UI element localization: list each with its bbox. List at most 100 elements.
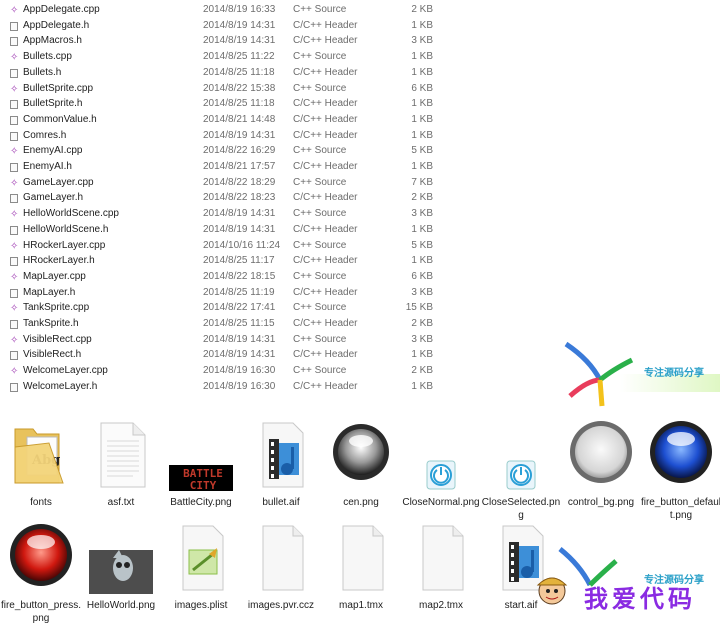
- file-type: C/C++ Header: [293, 129, 358, 141]
- file-type: C++ Source: [293, 82, 347, 94]
- file-date-modified: 2014/8/19 16:30: [203, 380, 276, 392]
- audio-file-icon: [249, 417, 313, 491]
- file-row[interactable]: ✧ MapLayer.cpp 2014/8/22 18:15 C++ Source 6 …: [0, 269, 720, 285]
- file-item[interactable]: map1.tmx: [322, 512, 400, 616]
- file-item-label: CloseNormal.png: [402, 497, 480, 508]
- file-row[interactable]: ✧ GameLayer.cpp 2014/8/22 18:29 C++ Source 7…: [0, 175, 720, 191]
- cpp-source-file-icon: ✧: [10, 177, 19, 189]
- file-row[interactable]: AppMacros.h 2014/8/19 14:31 C/C++ Header 3 …: [0, 33, 720, 49]
- file-item[interactable]: CloseSelected.png: [482, 409, 560, 521]
- file-row[interactable]: EnemyAI.h 2014/8/21 17:57 C/C++ Header 1 KB: [0, 159, 720, 175]
- file-row[interactable]: Comres.h 2014/8/19 14:31 C/C++ Header 1 KB: [0, 128, 720, 144]
- file-item-label: images.pvr.ccz: [247, 600, 315, 611]
- file-type: C/C++ Header: [293, 161, 358, 172]
- cpp-source-file-icon: ✧: [10, 5, 19, 16]
- header-file-icon: [10, 225, 18, 235]
- file-size: 1 KB: [411, 98, 433, 110]
- file-name: AppDelegate.h: [23, 19, 90, 31]
- file-item[interactable]: map2.tmx: [402, 512, 480, 616]
- file-name: HelloWorldScene.cpp: [23, 208, 119, 220]
- power-button-thumbnail: [409, 417, 473, 491]
- file-item-label: bullet.aif: [262, 497, 300, 508]
- file-row[interactable]: ✧ HelloWorldScene.cpp 2014/8/19 14:31 C++ S…: [0, 206, 720, 222]
- header-file-icon: [10, 68, 18, 78]
- file-item[interactable]: asf.txt: [82, 409, 160, 513]
- file-item[interactable]: fire_button_press.png: [1, 512, 81, 624]
- file-date-modified: 2014/8/19 14:31: [203, 223, 276, 235]
- file-type: C/C++ Header: [293, 113, 358, 125]
- file-date-modified: 2014/8/25 11:19: [203, 286, 275, 298]
- file-row[interactable]: MapLayer.h 2014/8/25 11:19 C/C++ Header 3 K…: [0, 285, 720, 301]
- blank-file-icon: [329, 520, 393, 594]
- file-row[interactable]: ✧ BulletSprite.cpp 2014/8/22 15:38 C++ Sour…: [0, 81, 720, 97]
- file-name: HelloWorldScene.h: [23, 223, 109, 235]
- file-date-modified: 2014/8/25 11:18: [203, 98, 275, 110]
- file-row[interactable]: TankSprite.h 2014/8/25 11:15 C/C++ Header 2…: [0, 316, 720, 332]
- header-file-icon: [10, 257, 18, 267]
- file-item-label: map2.tmx: [419, 600, 463, 611]
- header-file-icon: [10, 163, 18, 172]
- file-size: 2 KB: [411, 318, 433, 329]
- file-item[interactable]: images.pvr.ccz: [242, 512, 320, 616]
- file-size: 1 KB: [411, 380, 433, 392]
- file-size: 2 KB: [411, 4, 433, 15]
- file-row[interactable]: ✧ Bullets.cpp 2014/8/25 11:22 C++ Source 1 K…: [0, 49, 720, 65]
- file-item[interactable]: Abg fonts: [2, 409, 80, 513]
- file-row[interactable]: HelloWorldScene.h 2014/8/19 14:31 C/C++ He…: [0, 222, 720, 238]
- file-row[interactable]: ✧ TankSprite.cpp 2014/8/22 17:41 C++ Source…: [0, 300, 720, 316]
- file-type: C++ Source: [293, 51, 347, 63]
- file-item-label: fonts: [30, 497, 52, 508]
- file-item[interactable]: control_bg.png: [562, 409, 640, 513]
- cpp-source-file-icon: ✧: [10, 146, 19, 158]
- file-size: 1 KB: [411, 66, 433, 78]
- file-name: EnemyAI.cpp: [23, 145, 83, 157]
- file-row[interactable]: AppDelegate.h 2014/8/19 14:31 C/C++ Header…: [0, 18, 720, 34]
- file-item[interactable]: cen.png: [322, 409, 400, 513]
- file-row[interactable]: GameLayer.h 2014/8/22 18:23 C/C++ Header 2 …: [0, 190, 720, 206]
- file-date-modified: 2014/8/19 14:31: [203, 208, 276, 220]
- file-name: BulletSprite.cpp: [23, 82, 94, 94]
- file-item[interactable]: fire_button_default.png: [641, 409, 720, 521]
- file-item[interactable]: HelloWorld.png: [82, 512, 160, 616]
- file-name: TankSprite.cpp: [23, 302, 90, 314]
- file-size: 3 KB: [411, 333, 433, 345]
- file-name: HRockerLayer.cpp: [23, 239, 106, 251]
- file-row[interactable]: ✧ AppDelegate.cpp 2014/8/19 16:33 C++ Sourc…: [0, 2, 720, 18]
- file-item[interactable]: BATTLE CITY BattleCity.png: [162, 409, 240, 513]
- file-name: CommonValue.h: [23, 113, 97, 125]
- silver-ring-thumbnail: [569, 417, 633, 491]
- file-row[interactable]: ✧ HRockerLayer.cpp 2014/10/16 11:24 C++ Sou…: [0, 238, 720, 254]
- header-file-icon: [10, 131, 18, 141]
- file-row[interactable]: BulletSprite.h 2014/8/25 11:18 C/C++ Heade…: [0, 96, 720, 112]
- watermark-text-top: 专注源码分享: [644, 368, 704, 379]
- file-type: C++ Source: [293, 145, 347, 157]
- file-type: C/C++ Header: [293, 318, 358, 329]
- file-row[interactable]: Bullets.h 2014/8/25 11:18 C/C++ Header 1 KB: [0, 65, 720, 81]
- file-size: 15 KB: [405, 302, 433, 314]
- file-size: 1 KB: [411, 161, 433, 172]
- file-row[interactable]: ✧ EnemyAI.cpp 2014/8/22 16:29 C++ Source 5 K…: [0, 143, 720, 159]
- file-date-modified: 2014/8/19 14:31: [203, 129, 276, 141]
- watermark-big-text: 我爱代码: [584, 586, 696, 613]
- file-name: MapLayer.h: [23, 286, 76, 298]
- file-size: 6 KB: [411, 82, 433, 94]
- file-row[interactable]: CommonValue.h 2014/8/21 14:48 C/C++ Header…: [0, 112, 720, 128]
- file-type: C/C++ Header: [293, 192, 358, 204]
- file-size: 1 KB: [411, 51, 433, 63]
- file-type: C++ Source: [293, 333, 347, 345]
- file-size: 3 KB: [411, 208, 433, 220]
- text-file-icon: [89, 417, 153, 491]
- file-date-modified: 2014/8/22 16:29: [203, 145, 276, 157]
- file-date-modified: 2014/8/25 11:18: [203, 66, 275, 78]
- file-item[interactable]: images.plist: [162, 512, 240, 616]
- file-type: C/C++ Header: [293, 286, 358, 298]
- file-size: 1 KB: [411, 129, 433, 141]
- file-date-modified: 2014/8/22 17:41: [203, 302, 276, 314]
- file-item[interactable]: CloseNormal.png: [402, 409, 480, 513]
- file-item[interactable]: bullet.aif: [242, 409, 320, 513]
- header-file-icon: [10, 115, 18, 125]
- file-row[interactable]: HRockerLayer.h 2014/8/25 11:17 C/C++ Heade…: [0, 253, 720, 269]
- file-size: 7 KB: [411, 176, 433, 188]
- header-file-icon: [10, 351, 18, 361]
- file-date-modified: 2014/8/19 14:31: [203, 333, 276, 345]
